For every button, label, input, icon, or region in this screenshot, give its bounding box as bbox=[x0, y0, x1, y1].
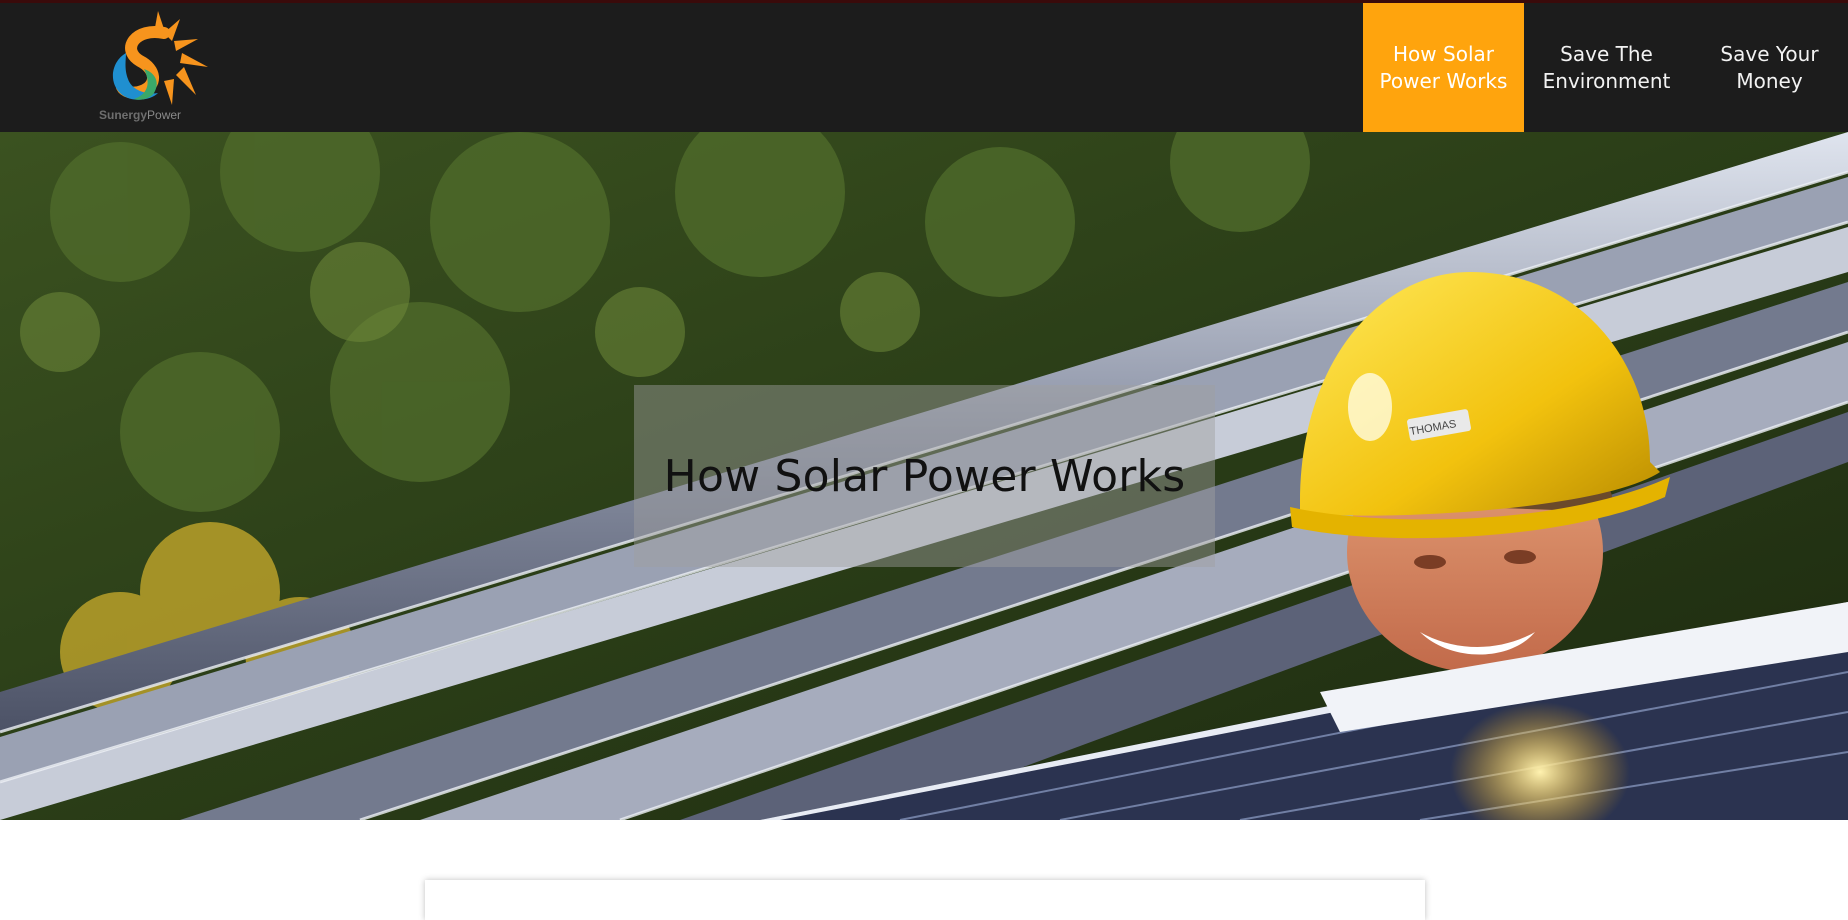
nav-item-label: How Solar Power Works bbox=[1379, 41, 1508, 93]
hero-title-box: How Solar Power Works bbox=[634, 385, 1215, 567]
nav-item-label: Save The Environment bbox=[1542, 41, 1671, 93]
hero-title: How Solar Power Works bbox=[663, 450, 1186, 502]
nav-item-label: Save Your Money bbox=[1720, 41, 1819, 93]
nav-save-your-money[interactable]: Save Your Money bbox=[1689, 3, 1848, 132]
logo-wordmark-part2: Power bbox=[147, 108, 182, 122]
logo-wordmark: SunergyPower bbox=[99, 108, 181, 122]
sun-s-logo-icon bbox=[112, 11, 208, 105]
site-header: SunergyPower How Solar Power Works Save … bbox=[0, 3, 1848, 132]
main-nav: How Solar Power Works Save The Environme… bbox=[1363, 3, 1848, 132]
nav-save-the-environment[interactable]: Save The Environment bbox=[1526, 3, 1687, 132]
nav-how-solar-power-works[interactable]: How Solar Power Works bbox=[1363, 3, 1524, 132]
hero-banner: THOMAS How Solar Power Works bbox=[0, 132, 1848, 820]
content-card bbox=[425, 880, 1425, 920]
site-logo[interactable]: SunergyPower bbox=[96, 9, 216, 129]
logo-wordmark-part1: Sunergy bbox=[99, 108, 148, 122]
